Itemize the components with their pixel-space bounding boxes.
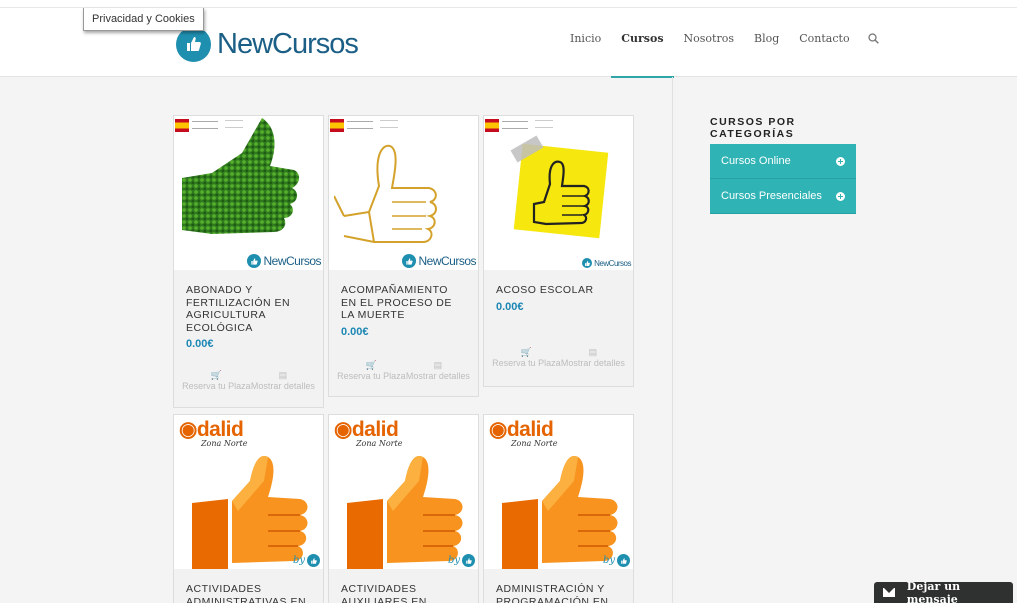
reserve-button[interactable]: 🛒 Reserva tu Plaza bbox=[337, 360, 406, 382]
newcursos-badge: NewCursos bbox=[402, 254, 476, 268]
category-list: Cursos Online Cursos Presenciales bbox=[710, 144, 856, 214]
course-image[interactable]: NewCursos bbox=[329, 116, 478, 270]
sidebar-divider bbox=[672, 77, 673, 603]
ministry-logo bbox=[330, 117, 375, 133]
category-cursos-presenciales[interactable]: Cursos Presenciales bbox=[710, 179, 856, 214]
cart-icon: 🛒 bbox=[210, 370, 222, 380]
plus-circle-icon bbox=[836, 191, 845, 201]
course-price: 0.00€ bbox=[186, 338, 214, 350]
adalid-logo: ◉dalid Zona Norte bbox=[489, 418, 558, 449]
main-nav: Inicio Cursos Nosotros Blog Contacto bbox=[560, 0, 887, 78]
nav-item-cursos[interactable]: Cursos bbox=[611, 0, 674, 78]
details-button[interactable]: ▤ Mostrar detalles bbox=[561, 347, 625, 369]
cart-icon: 🛒 bbox=[365, 359, 377, 370]
details-button[interactable]: ▤ Mostrar detalles bbox=[251, 370, 315, 392]
newcursos-badge: NewCursos bbox=[247, 254, 321, 268]
course-card[interactable]: ◉dalid Zona Norte by Administración y pr… bbox=[483, 414, 634, 603]
course-actions: 🛒 Reserva tu Plaza ▤ Mostrar detalles bbox=[174, 370, 323, 392]
course-card[interactable]: NewCursos Abonado y fertilización en agr… bbox=[173, 115, 324, 408]
by-newcursos-badge: by bbox=[448, 554, 475, 567]
sidebar-title: CURSOS POR CATEGORÍAS bbox=[710, 116, 796, 140]
category-label: Cursos Presenciales bbox=[721, 190, 822, 202]
course-image[interactable]: ◉dalid Zona Norte by bbox=[174, 415, 323, 569]
by-newcursos-badge: by bbox=[603, 554, 630, 567]
orange-thumbs-up-image bbox=[192, 456, 308, 569]
course-price: 0.00€ bbox=[496, 300, 524, 313]
envelope-icon bbox=[883, 588, 895, 597]
document-icon: ▤ bbox=[588, 346, 598, 357]
nav-item-inicio[interactable]: Inicio bbox=[560, 0, 611, 77]
thumbs-up-icon bbox=[462, 554, 475, 567]
page: NewCursos Inicio Cursos Nosotros Blog Co… bbox=[0, 0, 1017, 603]
newcursos-badge: NewCursos bbox=[582, 258, 631, 268]
course-title[interactable]: Actividades auxiliares en bbox=[341, 583, 466, 603]
course-title[interactable]: Acoso escolar bbox=[496, 284, 621, 297]
reserve-button[interactable]: 🛒 Reserva tu Plaza bbox=[182, 370, 251, 392]
by-newcursos-badge: by bbox=[293, 554, 320, 567]
thumbs-up-icon bbox=[402, 254, 417, 268]
nav-item-nosotros[interactable]: Nosotros bbox=[674, 0, 744, 77]
nav-item-contacto[interactable]: Contacto bbox=[789, 0, 859, 77]
cookie-tab[interactable]: Privacidad y Cookies bbox=[83, 8, 204, 31]
thumbs-up-icon bbox=[307, 554, 320, 567]
course-image[interactable]: ◉dalid Zona Norte by bbox=[329, 415, 478, 569]
course-title[interactable]: Acompañamiento en el proceso de la muert… bbox=[341, 284, 466, 322]
chat-label: Dejar un mensaje bbox=[906, 579, 961, 603]
thumbs-up-sketch-image bbox=[334, 144, 437, 243]
green-thumbs-up-image bbox=[182, 118, 300, 234]
plus-circle-icon bbox=[836, 156, 845, 166]
adalid-logo: ◉dalid Zona Norte bbox=[334, 418, 403, 449]
reserve-button[interactable]: 🛒 Reserva tu Plaza bbox=[492, 347, 561, 369]
details-button[interactable]: ▤ Mostrar detalles bbox=[406, 360, 470, 382]
category-cursos-online[interactable]: Cursos Online bbox=[710, 144, 856, 179]
category-label: Cursos Online bbox=[721, 155, 791, 167]
document-icon: ▤ bbox=[433, 359, 443, 370]
orange-thumbs-up-image bbox=[502, 456, 618, 569]
course-actions: 🛒 Reserva tu Plaza ▤ Mostrar detalles bbox=[329, 360, 478, 382]
ministry-logo bbox=[485, 117, 530, 133]
course-title[interactable]: Abonado y fertilización en agricultura e… bbox=[186, 284, 311, 334]
flag-icon bbox=[330, 118, 344, 132]
nav-item-blog[interactable]: Blog bbox=[744, 0, 789, 77]
thumbs-up-icon bbox=[617, 554, 630, 567]
course-card[interactable]: ◉dalid Zona Norte by Actividades auxilia… bbox=[328, 414, 479, 603]
course-image[interactable]: NewCursos bbox=[174, 116, 323, 270]
course-image[interactable]: ◉dalid Zona Norte by bbox=[484, 415, 633, 569]
course-price: 0.00€ bbox=[341, 325, 369, 338]
chat-widget[interactable]: Dejar un mensaje bbox=[874, 579, 1013, 603]
thumbs-up-icon bbox=[247, 254, 262, 268]
logo-text: NewCursos bbox=[217, 27, 359, 60]
course-title[interactable]: Actividades administrativas en bbox=[186, 583, 311, 603]
thumbs-up-icon bbox=[582, 258, 593, 268]
orange-thumbs-up-image bbox=[347, 456, 463, 569]
document-icon: ▤ bbox=[278, 370, 288, 380]
thumbs-up-icon bbox=[176, 26, 211, 62]
course-title[interactable]: Administración y programación en bbox=[496, 583, 621, 603]
course-card[interactable]: NewCursos Acompañamiento en el proceso d… bbox=[328, 115, 479, 397]
sticky-note-thumbs-up-image bbox=[510, 135, 609, 239]
flag-icon bbox=[485, 118, 499, 132]
course-card[interactable]: ◉dalid Zona Norte by Actividades adminis… bbox=[173, 414, 324, 603]
adalid-logo: ◉dalid Zona Norte bbox=[179, 418, 248, 449]
course-actions: 🛒 Reserva tu Plaza ▤ Mostrar detalles bbox=[484, 347, 633, 369]
course-card[interactable]: NewCursos Acoso escolar 0.00€ 🛒 Reserva t… bbox=[483, 115, 634, 387]
cart-icon: 🛒 bbox=[520, 346, 532, 357]
search-icon[interactable] bbox=[860, 0, 887, 77]
course-image[interactable]: NewCursos bbox=[484, 116, 633, 270]
